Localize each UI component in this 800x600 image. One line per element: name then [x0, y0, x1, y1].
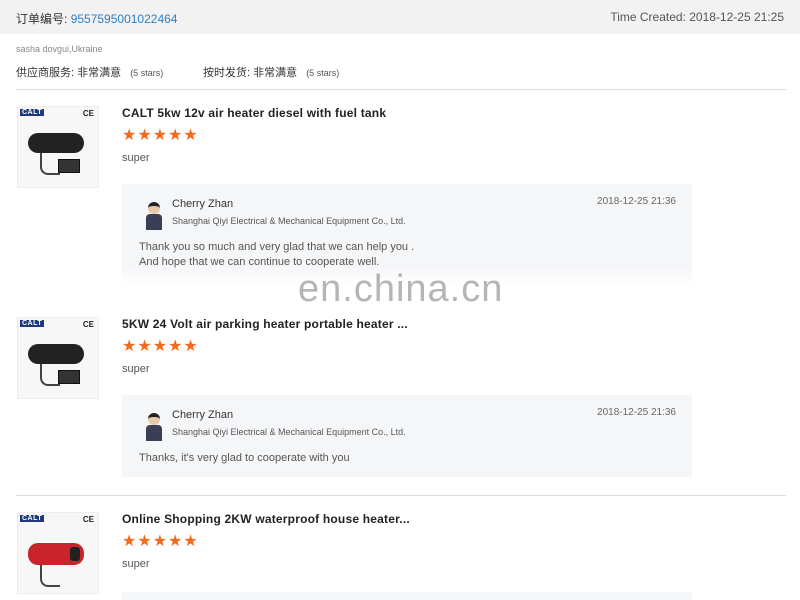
order-header: 订单编号: 9557595001022464 Time Created: 201…	[0, 0, 800, 34]
reply-line: Thank you so much and very glad that we …	[139, 241, 415, 253]
on-time-delivery-rating: 按时发货: 非常满意 (5 stars)	[203, 64, 339, 80]
order-label-text: 订单编号:	[16, 12, 68, 26]
product-thumbnail[interactable]: CALT CE	[17, 512, 99, 594]
review-comment: super	[122, 363, 150, 375]
star-rating: ★★★★★	[122, 338, 199, 355]
review-comment: super	[122, 558, 150, 570]
avatar-head	[148, 413, 160, 425]
heater-image	[28, 133, 84, 153]
control-panel-image	[58, 370, 80, 384]
order-number-label: 订单编号: 9557595001022464	[16, 10, 177, 27]
ce-mark: CE	[82, 320, 94, 329]
rating-stars-text: (5 stars)	[130, 68, 164, 78]
star-rating: ★★★★★	[122, 127, 199, 144]
reply-author: Cherry Zhan	[172, 198, 234, 210]
rating-value: 非常满意	[77, 67, 122, 79]
cable-image	[40, 565, 60, 587]
cable-image	[40, 153, 60, 175]
divider	[16, 495, 786, 496]
rating-stars-text: (5 stars)	[306, 68, 340, 78]
seller-reply	[122, 592, 692, 600]
cable-image	[40, 364, 60, 386]
avatar-head	[148, 202, 160, 214]
avatar	[144, 413, 164, 441]
brand-logo: CALT	[20, 109, 45, 116]
supplier-service-rating: 供应商服务: 非常满意 (5 stars)	[16, 64, 163, 80]
avatar-body	[146, 214, 162, 230]
product-title[interactable]: CALT 5kw 12v air heater diesel with fuel…	[122, 106, 386, 120]
rating-label: 按时发货:	[203, 67, 251, 79]
avatar	[144, 202, 164, 230]
review-comment: super	[122, 152, 150, 164]
brand-logo: CALT	[20, 515, 45, 522]
brand-logo: CALT	[20, 320, 45, 327]
rating-value: 非常满意	[253, 67, 298, 79]
star-rating: ★★★★★	[122, 533, 199, 550]
product-title[interactable]: 5KW 24 Volt air parking heater portable …	[122, 317, 408, 331]
rating-label: 供应商服务:	[16, 67, 75, 79]
control-panel-image	[58, 159, 80, 173]
buyer-name: sasha dovgui,Ukraine	[16, 44, 103, 54]
seller-reply: Cherry Zhan Shanghai Qiyi Electrical & M…	[122, 395, 692, 477]
product-thumbnail[interactable]: CALT CE	[17, 106, 99, 188]
heater-image	[28, 543, 84, 565]
reply-company: Shanghai Qiyi Electrical & Mechanical Eq…	[172, 216, 406, 226]
product-thumbnail[interactable]: CALT CE	[17, 317, 99, 399]
reply-author: Cherry Zhan	[172, 409, 234, 421]
divider	[16, 89, 786, 90]
reply-line: Thanks, it's very glad to cooperate with…	[139, 452, 350, 464]
product-title[interactable]: Online Shopping 2KW waterproof house hea…	[122, 512, 410, 526]
heater-image	[28, 344, 84, 364]
order-number-link[interactable]: 9557595001022464	[71, 12, 178, 26]
time-created: Time Created: 2018-12-25 21:25	[610, 10, 784, 24]
reply-text: Thanks, it's very glad to cooperate with…	[139, 451, 350, 466]
ce-mark: CE	[82, 515, 94, 524]
ce-mark: CE	[82, 109, 94, 118]
watermark: en.china.cn	[298, 268, 504, 310]
avatar-body	[146, 425, 162, 441]
reply-time: 2018-12-25 21:36	[597, 407, 676, 418]
reply-time: 2018-12-25 21:36	[597, 196, 676, 207]
reply-company: Shanghai Qiyi Electrical & Mechanical Eq…	[172, 427, 406, 437]
